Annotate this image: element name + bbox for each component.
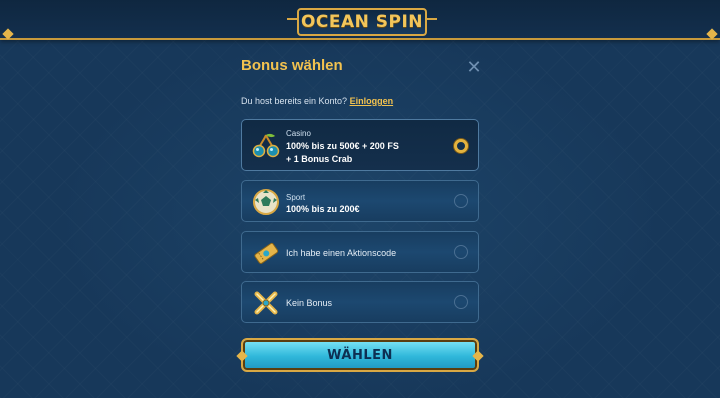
button-ornament-left [236,350,248,362]
bonus-option-sport[interactable]: Sport 100% bis zu 200€ [241,180,479,222]
select-button[interactable]: WÄHLEN [236,338,484,372]
radio-promo-code[interactable] [454,245,468,259]
login-prompt: Du host bereits ein Konto? Einloggen [241,96,393,106]
close-icon[interactable]: ✕ [466,58,482,76]
football-icon [253,189,279,215]
radio-no-bonus[interactable] [454,295,468,309]
option-offer-line1: 100% bis zu 500€ + 200 FS [286,141,399,151]
bonus-option-promo-code[interactable]: Ich habe einen Aktionscode [241,231,479,273]
top-bar: OCEAN SPIN [0,0,720,40]
select-button-label: WÄHLEN [327,347,393,363]
button-ornament-right [472,350,484,362]
option-category: Casino [286,129,311,138]
login-link[interactable]: Einloggen [350,96,394,106]
bonus-option-casino[interactable]: Casino 100% bis zu 500€ + 200 FS + 1 Bon… [241,119,479,171]
ticket-icon [254,242,279,264]
radio-casino[interactable] [454,139,468,153]
radio-sport[interactable] [454,194,468,208]
ocean-spin-logo[interactable]: OCEAN SPIN [287,8,437,36]
crossed-x-icon [254,291,278,315]
cherries-icon [252,133,280,158]
bonus-option-none[interactable]: Kein Bonus [241,281,479,323]
option-label: Kein Bonus [286,298,333,308]
option-category: Sport [286,193,306,202]
login-prompt-text: Du host bereits ein Konto? [241,96,348,106]
option-offer-line1: 100% bis zu 200€ [286,204,360,214]
right-ornament [706,28,718,40]
option-label: Ich habe einen Aktionscode [286,248,397,258]
option-offer-line2: + 1 Bonus Crab [286,154,353,164]
modal-title: Bonus wählen [241,57,343,74]
left-ornament [2,28,14,40]
